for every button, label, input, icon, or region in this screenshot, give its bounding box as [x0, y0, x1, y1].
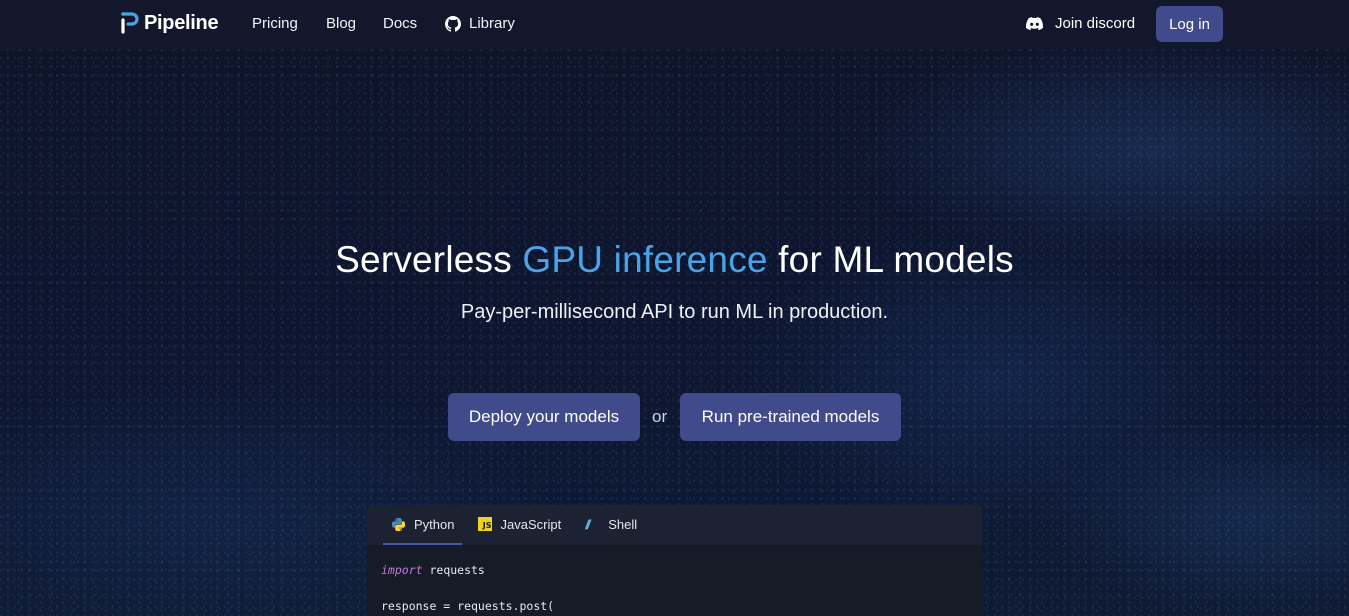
join-discord-label: Join discord — [1055, 15, 1136, 32]
nav-link-library-label: Library — [469, 15, 515, 32]
run-pretrained-models-button[interactable]: Run pre-trained models — [680, 393, 901, 441]
hero-subtitle: Pay-per-millisecond API to run ML in pro… — [460, 301, 889, 323]
js-icon: JS — [478, 517, 493, 531]
login-button[interactable]: Log in — [1156, 6, 1223, 42]
nav-link-library[interactable]: Library — [445, 15, 515, 32]
shell-icon: // — [585, 516, 590, 532]
or-separator: or — [652, 407, 668, 426]
nav-link-docs[interactable]: Docs — [383, 15, 417, 32]
code-text: requests — [422, 563, 485, 577]
top-navbar: Pipeline Pricing Blog Docs Library Join … — [0, 0, 1349, 49]
hero-title-accent: GPU inference — [522, 239, 768, 280]
nav-link-pricing[interactable]: Pricing — [252, 15, 298, 32]
hero-title-end: for ML models — [767, 239, 1014, 280]
pipeline-logo-icon — [121, 12, 139, 34]
deploy-models-button[interactable]: Deploy your models — [448, 393, 640, 441]
code-line: response = requests.post( — [381, 597, 968, 615]
python-icon — [391, 517, 406, 531]
tab-python-label: Python — [414, 516, 455, 532]
brand-logo[interactable]: Pipeline — [120, 11, 219, 35]
tab-javascript[interactable]: JS JavaScript — [470, 505, 569, 545]
github-icon — [445, 15, 461, 32]
code-line: import requests — [381, 561, 968, 579]
language-tabs: Python JS JavaScript // Shell — [367, 505, 982, 545]
discord-icon — [1026, 17, 1043, 30]
code-text: response = requests.post( — [381, 599, 555, 613]
tab-shell[interactable]: // Shell — [577, 505, 645, 545]
tab-javascript-label: JavaScript — [500, 516, 562, 532]
code-keyword: import — [381, 563, 423, 577]
nav-link-blog[interactable]: Blog — [326, 15, 356, 32]
hero-title-start: Serverless — [335, 239, 523, 280]
brand-name: Pipeline — [144, 11, 219, 34]
code-example-panel: Python JS JavaScript // Shell import req… — [367, 505, 982, 616]
tab-shell-label: Shell — [608, 516, 638, 532]
join-discord-link[interactable]: Join discord — [1026, 15, 1135, 32]
tab-python[interactable]: Python — [383, 505, 463, 545]
hero-title: Serverless GPU inference for ML models — [0, 239, 1349, 281]
code-block[interactable]: import requests response = requests.post… — [367, 545, 982, 616]
